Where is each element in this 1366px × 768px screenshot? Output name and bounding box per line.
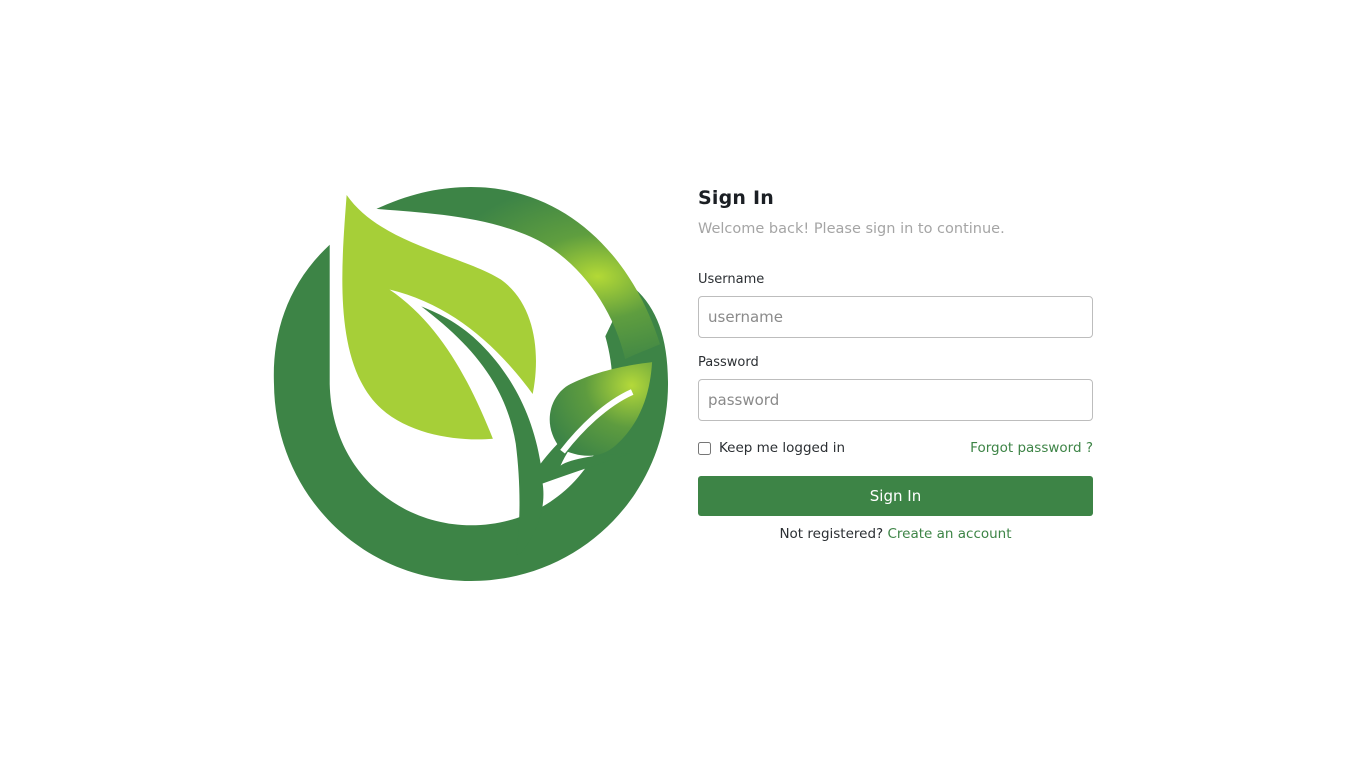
password-input[interactable]: [698, 379, 1093, 421]
page-subtitle: Welcome back! Please sign in to continue…: [698, 221, 1005, 237]
sign-in-form: Sign In Welcome back! Please sign in to …: [698, 184, 1093, 542]
remember-me-checkbox[interactable]: [698, 441, 711, 455]
plant-leaf-logo: [272, 185, 670, 583]
login-page: Sign In Welcome back! Please sign in to …: [0, 0, 1366, 768]
sign-in-button[interactable]: Sign In: [698, 476, 1093, 516]
options-row: Keep me logged in Forgot password ?: [698, 439, 1093, 457]
plant-leaf-logo-graphic: [273, 186, 669, 582]
page-title: Sign In: [698, 187, 774, 209]
remember-me-label: Keep me logged in: [719, 440, 846, 456]
username-label: Username: [698, 272, 765, 287]
remember-me[interactable]: Keep me logged in: [698, 440, 845, 456]
forgot-password-link[interactable]: Forgot password ?: [970, 440, 1093, 456]
register-row: Not registered? Create an account: [698, 526, 1093, 542]
password-label: Password: [698, 355, 759, 370]
username-input[interactable]: [698, 296, 1093, 338]
create-account-link[interactable]: Create an account: [887, 526, 1011, 542]
register-prompt: Not registered?: [779, 526, 888, 542]
